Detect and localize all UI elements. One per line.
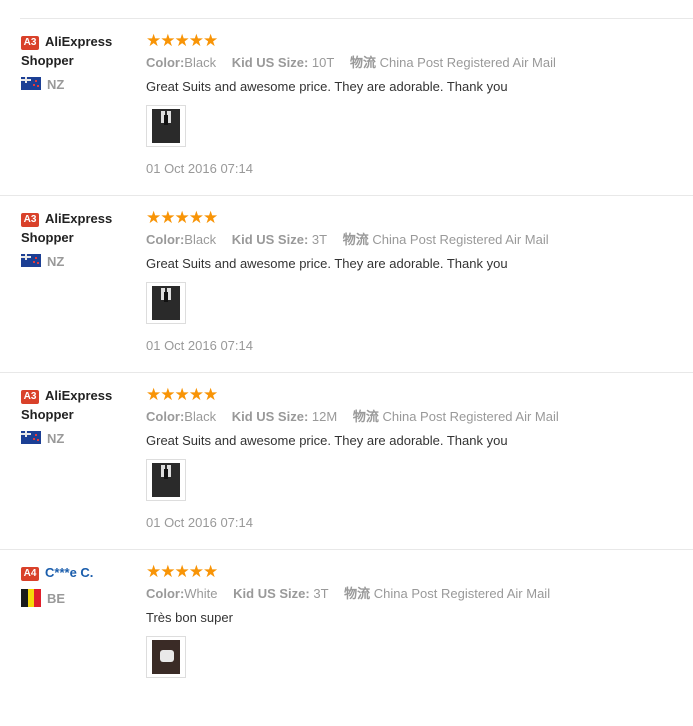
color-label: Color: — [146, 232, 185, 247]
level-badge: A3 — [21, 390, 39, 404]
level-badge: A4 — [21, 567, 39, 581]
shoe-photo-icon — [152, 640, 180, 674]
reviewer-country: NZ — [21, 431, 141, 447]
size-value: 3T — [313, 586, 329, 601]
size-value: 3T — [311, 232, 328, 247]
color-label: Color: — [146, 409, 185, 424]
reviewer-info: A3 AliExpress Shopper NZ — [21, 386, 141, 447]
shipping-label: 物流 — [349, 55, 376, 70]
shipping-value: China Post Registered Air Mail — [372, 232, 549, 247]
shipping-label: 物流 — [342, 232, 369, 247]
review-item: A3 AliExpress Shopper NZ ★★★★★ Color:Blac… — [0, 18, 693, 196]
size-label: Kid US Size: — [231, 55, 309, 70]
color-value: Black — [184, 232, 217, 247]
color-value: White — [184, 586, 218, 601]
color-label: Color: — [146, 55, 185, 70]
review-item: A4 C***e C. BE ★★★★★ Color:White Kid US S… — [0, 549, 693, 726]
order-attributes: Color:White Kid US Size: 3T 物流 China Pos… — [146, 585, 673, 603]
review-text: Great Suits and awesome price. They are … — [146, 256, 508, 271]
country-code: NZ — [47, 77, 65, 92]
order-attributes: Color:Black Kid US Size: 3T 物流 China Pos… — [146, 231, 673, 249]
reviewer-name-line: A3 AliExpress Shopper — [21, 386, 141, 424]
color-label: Color: — [146, 586, 185, 601]
review-text: Très bon super — [146, 610, 233, 625]
country-code: NZ — [47, 254, 65, 269]
reviewer-country: BE — [21, 589, 141, 607]
reviewer-info: A3 AliExpress Shopper NZ — [21, 209, 141, 270]
review-text: Great Suits and awesome price. They are … — [146, 79, 508, 94]
review-photo-thumbnail[interactable] — [146, 282, 186, 324]
shipping-value: China Post Registered Air Mail — [382, 409, 559, 424]
shipping-value: China Post Registered Air Mail — [379, 55, 556, 70]
review-content: ★★★★★ Color:Black Kid US Size: 3T 物流 Chi… — [146, 209, 673, 355]
suit-photo-icon — [152, 463, 180, 497]
country-code: NZ — [47, 431, 65, 446]
color-value: Black — [184, 409, 217, 424]
order-attributes: Color:Black Kid US Size: 10T 物流 China Po… — [146, 54, 673, 72]
reviewer-name-line[interactable]: A4 C***e C. — [21, 563, 141, 582]
reviewer-name[interactable]: C***e C. — [45, 565, 93, 580]
review-date: 01 Oct 2016 07:14 — [146, 515, 253, 530]
level-badge: A3 — [21, 36, 39, 50]
size-value: 12M — [311, 409, 338, 424]
reviewer-country: NZ — [21, 254, 141, 270]
suit-photo-icon — [152, 286, 180, 320]
review-content: ★★★★★ Color:White Kid US Size: 3T 物流 Chi… — [146, 563, 673, 678]
size-label: Kid US Size: — [231, 409, 309, 424]
nz-flag-icon — [21, 77, 41, 90]
review-text: Great Suits and awesome price. They are … — [146, 433, 508, 448]
reviewer-info: A3 AliExpress Shopper NZ — [21, 32, 141, 93]
country-code: BE — [47, 591, 66, 606]
review-content: ★★★★★ Color:Black Kid US Size: 10T 物流 Ch… — [146, 32, 673, 178]
reviewer-country: NZ — [21, 77, 141, 93]
shipping-value: China Post Registered Air Mail — [373, 586, 551, 601]
review-date: 01 Oct 2016 07:14 — [146, 338, 253, 353]
review-content: ★★★★★ Color:Black Kid US Size: 12M 物流 Ch… — [146, 386, 673, 532]
review-photo-thumbnail[interactable] — [146, 459, 186, 501]
size-label: Kid US Size: — [233, 586, 310, 601]
nz-flag-icon — [21, 431, 41, 444]
review-item: A3 AliExpress Shopper NZ ★★★★★ Color:Blac… — [0, 372, 693, 550]
reviewer-name-line: A3 AliExpress Shopper — [21, 32, 141, 70]
reviewer-name-line: A3 AliExpress Shopper — [21, 209, 141, 247]
star-rating: ★★★★★ — [146, 31, 218, 50]
star-rating: ★★★★★ — [146, 208, 218, 227]
shipping-label: 物流 — [344, 586, 371, 601]
review-photo-thumbnail[interactable] — [146, 636, 186, 678]
size-value: 10T — [311, 55, 335, 70]
reviewer-info: A4 C***e C. BE — [21, 563, 141, 607]
order-attributes: Color:Black Kid US Size: 12M 物流 China Po… — [146, 408, 673, 426]
star-rating: ★★★★★ — [146, 562, 218, 581]
review-date: 01 Oct 2016 07:14 — [146, 161, 253, 176]
star-rating: ★★★★★ — [146, 385, 218, 404]
size-label: Kid US Size: — [231, 232, 309, 247]
shipping-label: 物流 — [352, 409, 379, 424]
review-item: A3 AliExpress Shopper NZ ★★★★★ Color:Blac… — [0, 195, 693, 373]
be-flag-icon — [21, 589, 41, 607]
level-badge: A3 — [21, 213, 39, 227]
nz-flag-icon — [21, 254, 41, 267]
suit-photo-icon — [152, 109, 180, 143]
review-photo-thumbnail[interactable] — [146, 105, 186, 147]
color-value: Black — [184, 55, 217, 70]
